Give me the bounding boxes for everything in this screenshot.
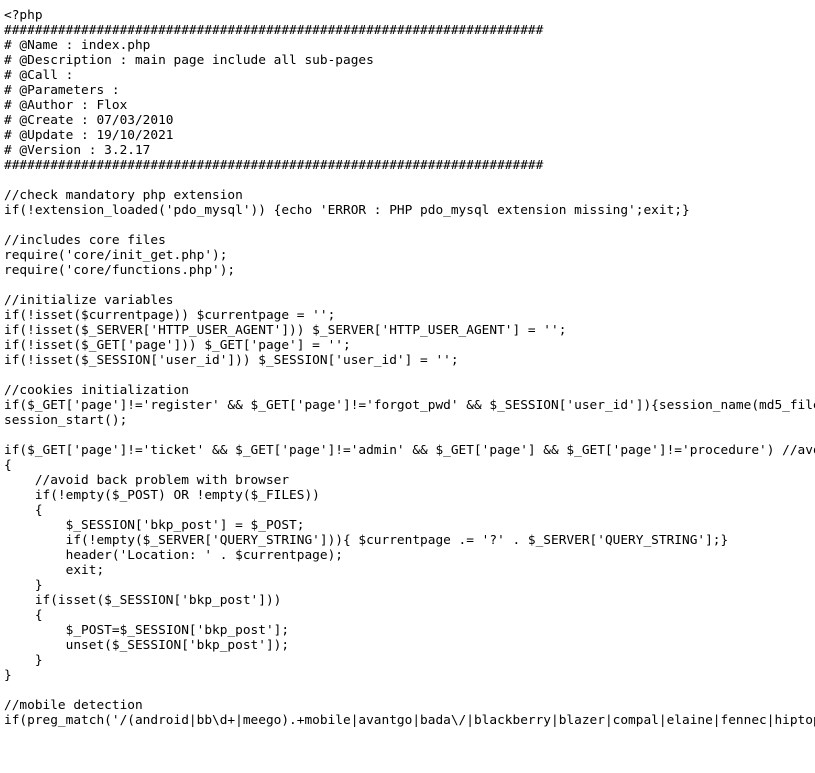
source-code-text: <?php ##################################… <box>4 8 815 728</box>
source-code-viewer[interactable]: <?php ##################################… <box>0 0 815 773</box>
